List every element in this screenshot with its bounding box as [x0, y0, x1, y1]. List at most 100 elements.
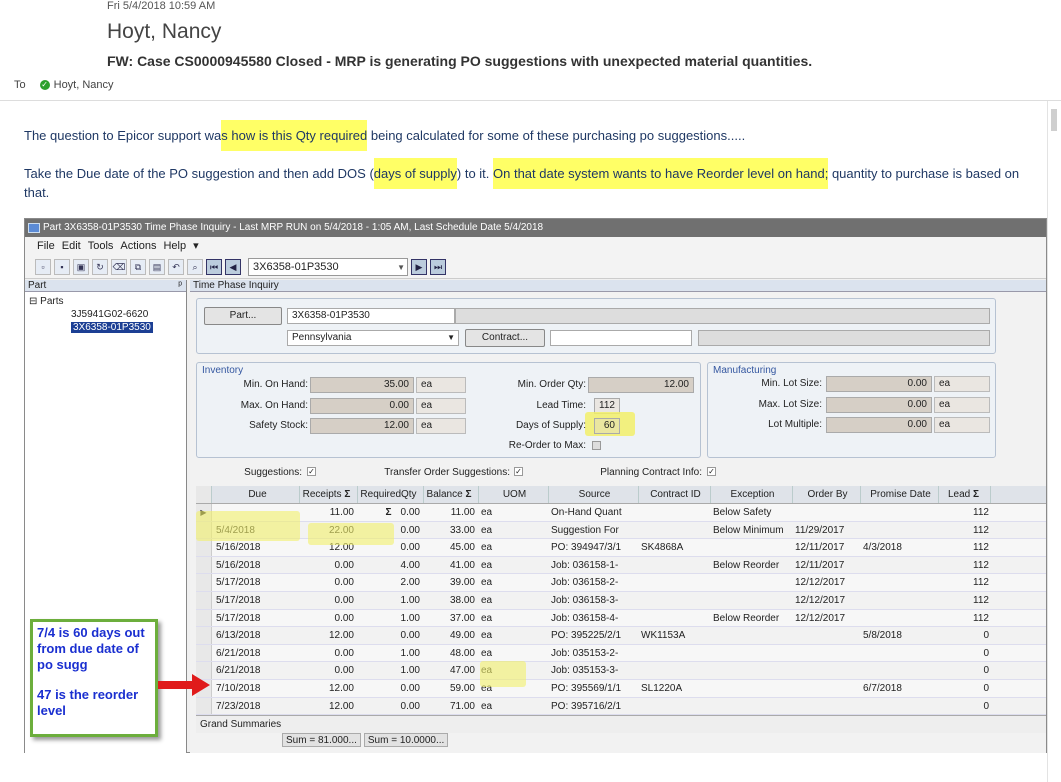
cell-due: 5/17/2018 [216, 594, 261, 606]
cell-lead: 112 [973, 542, 989, 554]
table-row[interactable]: ▶11.000.0011.00eaOn-Hand QuantBelow Safe… [196, 504, 1046, 522]
cell-uom: ea [481, 630, 493, 642]
cell-receipts: 12.00 [328, 682, 354, 694]
row-selector [196, 697, 212, 715]
save-all-icon[interactable]: ▣ [73, 258, 89, 275]
prev-record-icon[interactable]: ◀ [225, 258, 241, 275]
inventory-title: Inventory [202, 365, 244, 376]
chevron-down-icon[interactable]: ▼ [447, 331, 455, 345]
col-promise-date[interactable]: Promise Date [861, 486, 939, 503]
menu-overflow-icon[interactable]: ▾ [193, 237, 199, 255]
tree-item[interactable]: 3J5941G02-6620 [29, 308, 186, 321]
contract-button[interactable]: Contract... [465, 329, 545, 347]
last-record-icon[interactable]: ⏭ [430, 258, 446, 275]
col-due[interactable]: Due [212, 486, 300, 503]
part-button[interactable]: Part... [204, 307, 282, 325]
cell-lead: 0 [983, 630, 989, 642]
contract-field[interactable] [550, 330, 692, 346]
table-row[interactable]: 6/21/2018 0.00 1.00 48.00 ea Job: 035153-2- 0 [196, 644, 1046, 663]
cell-order-by [793, 645, 861, 662]
table-row[interactable]: 7/23/2018 12.00 0.00 71.00 ea PO: 395716/2/1 0 [196, 697, 1046, 716]
tree-root[interactable]: ⊟ Parts [29, 295, 186, 308]
time-phase-panel: Time Phase Inquiry Part... 3X6358-01P353… [190, 280, 1046, 753]
copy-icon[interactable]: ⧉ [130, 258, 146, 275]
menu-tools[interactable]: Tools [88, 237, 114, 255]
col-balance[interactable]: Balance Σ [424, 486, 479, 503]
cell-requiredqty: 0.00 [400, 700, 420, 712]
email-sender[interactable]: Hoyt, Nancy [107, 20, 221, 44]
col-contract-id[interactable]: Contract ID [639, 486, 711, 503]
cell-requiredqty: 0.00 [400, 507, 420, 518]
max-on-hand-label: Max. On Hand: [240, 400, 308, 411]
cell-exception [711, 627, 793, 644]
p2-highlight-2: On that date system wants to have Reorde… [493, 158, 829, 189]
table-row[interactable]: 7/10/2018 12.00 0.00 59.00 ea PO: 395569/1/1 S… [196, 679, 1046, 698]
planning-contract-checkbox[interactable]: ✓ [707, 467, 716, 476]
site-select[interactable]: Pennsylvania ▼ [287, 330, 459, 346]
to-recipient[interactable]: Hoyt, Nancy [54, 79, 114, 91]
chevron-down-icon[interactable]: ▼ [397, 260, 405, 276]
col-requiredqty[interactable]: RequiredQty Σ [358, 486, 424, 518]
col-order-by[interactable]: Order By [793, 486, 861, 503]
new-icon[interactable]: ▫ [35, 258, 51, 275]
scrollbar-thumb[interactable] [1051, 109, 1057, 131]
cell-due: 6/13/2018 [216, 630, 261, 642]
transfer-suggestions-label: Transfer Order Suggestions: [384, 467, 510, 478]
col-lead[interactable]: Lead Σ [939, 486, 991, 503]
p1-highlight: s how is this Qty required [221, 120, 368, 151]
record-selector[interactable]: 3X6358-01P3530 ▼ [248, 257, 408, 276]
table-row[interactable]: 5/16/2018 0.00 4.00 41.00 ea Job: 036158-1- Be… [196, 556, 1046, 575]
cell-requiredqty: 1.00 [400, 612, 420, 624]
menu-edit[interactable]: Edit [62, 237, 81, 255]
window-title: Part 3X6358-01P3530 Time Phase Inquiry -… [43, 222, 544, 233]
cell-requiredqty: 1.00 [400, 647, 420, 659]
cell-source: Job: 036158-4- [551, 612, 619, 624]
max-lot-label: Max. Lot Size: [758, 399, 822, 410]
col-source[interactable]: Source [549, 486, 639, 503]
tree-item-selected[interactable]: 3X6358-01P3530 [29, 321, 186, 334]
cell-exception: Below Safety [713, 507, 772, 518]
cell-balance: 71.00 [449, 700, 475, 712]
save-icon[interactable]: ▪ [54, 258, 70, 275]
refresh-icon[interactable]: ↻ [92, 258, 108, 275]
menu-actions[interactable]: Actions [120, 237, 156, 255]
presence-check-icon: ✓ [39, 80, 50, 90]
table-row[interactable]: 5/17/2018 0.00 1.00 38.00 ea Job: 036158-3- 12… [196, 591, 1046, 610]
clear-icon[interactable]: ⌫ [111, 258, 127, 275]
binoculars-icon[interactable]: ⌕ [187, 258, 203, 275]
scrollbar[interactable] [1047, 101, 1061, 782]
pin-icon[interactable]: ᵖ [178, 280, 182, 292]
cell-source: On-Hand Quant [551, 507, 622, 518]
cell-requiredqty: 1.00 [400, 665, 420, 677]
menu-bar: File Edit Tools Actions Help ▾ [25, 237, 1046, 255]
cell-source: Job: 036158-3- [551, 594, 619, 606]
undo-icon[interactable]: ↶ [168, 258, 184, 275]
table-row[interactable]: 5/17/2018 0.00 2.00 39.00 ea Job: 036158-2- 12… [196, 574, 1046, 592]
min-lot-unit: ea [934, 376, 990, 392]
paste-icon[interactable]: ▤ [149, 258, 165, 275]
min-order-qty-field: 12.00 [588, 377, 694, 393]
part-field[interactable]: 3X6358-01P3530 [287, 308, 455, 324]
first-record-icon[interactable]: ⏮ [206, 258, 222, 275]
reorder-max-checkbox[interactable] [592, 441, 601, 450]
cell-uom: ea [481, 542, 493, 554]
body-paragraph-2: Take the Due date of the PO suggestion a… [24, 158, 1039, 202]
menu-help[interactable]: Help [163, 237, 186, 255]
cell-source: Job: 036158-1- [551, 559, 619, 571]
lead-time-label: Lead Time: [536, 400, 586, 411]
col-uom[interactable]: UOM [479, 486, 549, 503]
cell-order-by [793, 504, 861, 521]
suggestions-checkbox[interactable]: ✓ [307, 467, 316, 476]
next-record-icon[interactable]: ▶ [411, 258, 427, 275]
col-exception[interactable]: Exception [711, 486, 793, 503]
email-to-line: To ✓ Hoyt, Nancy [14, 79, 114, 91]
transfer-suggestions-checkbox[interactable]: ✓ [514, 467, 523, 476]
menu-file[interactable]: File [37, 237, 55, 255]
cell-contract-id [639, 645, 711, 662]
table-row[interactable]: 6/13/2018 12.00 0.00 49.00 ea PO: 395225/2/1 W… [196, 627, 1046, 645]
min-on-hand-field: 35.00 [310, 377, 414, 393]
table-row[interactable]: 6/21/20180.001.0047.00eaJob: 035153-3-0 [196, 662, 1046, 680]
col-receipts[interactable]: Receipts Σ [300, 486, 358, 503]
p2-highlight-1: days of supply [373, 158, 457, 189]
table-row[interactable]: 5/17/2018 0.00 1.00 37.00 ea Job: 036158-4- Be… [196, 609, 1046, 628]
